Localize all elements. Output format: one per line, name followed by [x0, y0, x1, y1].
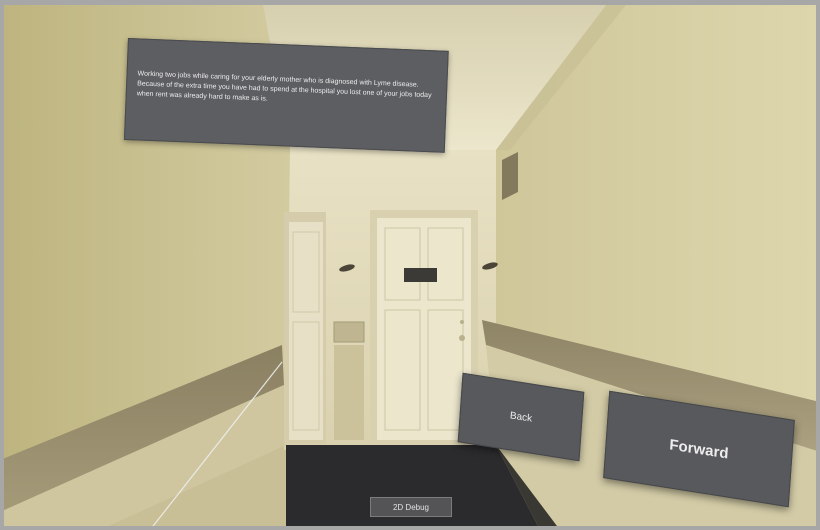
story-text: Working two jobs while caring for your e… [136, 70, 432, 103]
main-door [377, 218, 471, 440]
forward-button-label: Forward [668, 435, 730, 463]
door-sign [404, 268, 437, 282]
vr-viewport: Working two jobs while caring for your e… [0, 0, 820, 530]
left-door [289, 222, 323, 440]
back-button-label: Back [509, 409, 533, 425]
wall-vent [333, 321, 365, 343]
baseboard-panel [334, 345, 364, 440]
right-wall-vent [502, 152, 518, 200]
story-panel: Working two jobs while caring for your e… [123, 38, 449, 153]
door-knob [459, 335, 465, 341]
debug-2d-label: 2D Debug [392, 502, 430, 512]
debug-2d-button[interactable]: 2D Debug [370, 497, 452, 517]
floor-carpet [286, 445, 540, 530]
